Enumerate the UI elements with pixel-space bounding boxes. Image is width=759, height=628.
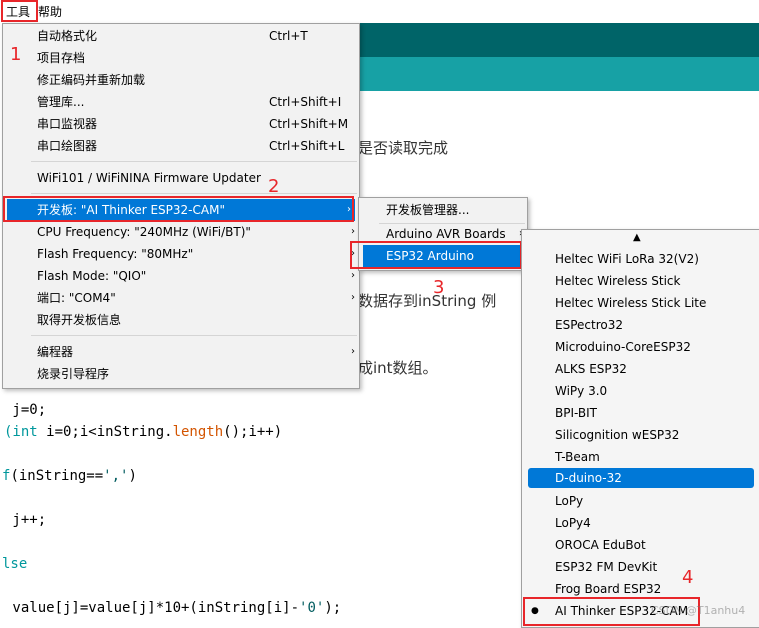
board-item[interactable]: Heltec Wireless Stick Lite [522, 292, 759, 314]
highlight-box-tools [1, 0, 38, 22]
menu-item-port[interactable]: 端口: "COM4" › [3, 287, 359, 309]
menu-separator [31, 161, 357, 162]
board-item[interactable]: LoPy4 [522, 512, 759, 534]
menu-item-programmer[interactable]: 编程器 › [3, 341, 359, 363]
board-item[interactable]: ESPectro32 [522, 314, 759, 336]
code-line: j=0; [4, 402, 47, 418]
menu-separator [31, 335, 357, 336]
menu-item-cpu-frequency[interactable]: CPU Frequency: "240MHz (WiFi/BT)" › [3, 221, 359, 243]
menu-item-auto-format[interactable]: 自动格式化 Ctrl+T [3, 25, 359, 47]
scroll-up-icon[interactable]: ▲ [633, 232, 641, 243]
board-item[interactable]: Heltec WiFi LoRa 32(V2) [522, 248, 759, 270]
board-item[interactable]: BPI-BIT [522, 402, 759, 424]
watermark: CSDN @T1anhu4 [651, 604, 746, 617]
menu-bar: 工具 帮助 [0, 0, 759, 23]
board-item[interactable]: OROCA EduBot [522, 534, 759, 556]
chevron-right-icon: › [351, 226, 355, 237]
menu-help[interactable]: 帮助 [38, 3, 62, 20]
menu-separator [31, 193, 357, 194]
menu-item-archive-sketch[interactable]: 项目存档 [3, 47, 359, 69]
highlight-box-board [3, 196, 354, 222]
menu-item-manage-libraries[interactable]: 管理库... Ctrl+Shift+I [3, 91, 359, 113]
menu-item-board-info[interactable]: 取得开发板信息 [3, 309, 359, 331]
esp32-boards-submenu: ▲ Heltec WiFi LoRa 32(V2) Heltec Wireles… [521, 229, 759, 628]
step-number-1: 1 [10, 44, 22, 65]
menu-item-boards-manager[interactable]: 开发板管理器... [359, 199, 527, 221]
menu-item-fix-encoding[interactable]: 修正编码并重新加载 [3, 69, 359, 91]
menu-item-flash-mode[interactable]: Flash Mode: "QIO" › [3, 265, 359, 287]
board-item[interactable]: Microduino-CoreESP32 [522, 336, 759, 358]
code-line: (int i=0;i<inString.length();i++) [4, 424, 283, 440]
step-number-3: 3 [433, 277, 445, 298]
toolbar-band [358, 23, 759, 57]
board-item[interactable]: Heltec Wireless Stick [522, 270, 759, 292]
highlight-box-esp32 [350, 241, 522, 269]
board-item-highlighted[interactable]: D-duino-32 [528, 468, 754, 488]
board-item[interactable]: T-Beam [522, 446, 759, 468]
board-item[interactable]: ESP32 FM DevKit [522, 556, 759, 578]
tab-band [358, 57, 759, 91]
code-line: value[j]=value[j]*10+(inString[i]-'0'); [4, 600, 342, 616]
code-line: f(inString==',') [2, 468, 137, 484]
menu-item-burn-bootloader[interactable]: 烧录引导程序 [3, 363, 359, 385]
chevron-right-icon: › [351, 346, 355, 357]
code-comment: 是否读取完成 [358, 139, 449, 157]
code-comment: 数据存到inString 例 [358, 292, 497, 310]
step-number-2: 2 [268, 176, 280, 197]
board-item[interactable]: ALKS ESP32 [522, 358, 759, 380]
code-comment: 成int数组。 [358, 359, 438, 377]
step-number-4: 4 [682, 567, 694, 588]
menu-item-flash-frequency[interactable]: Flash Frequency: "80MHz" › [3, 243, 359, 265]
board-item[interactable]: WiPy 3.0 [522, 380, 759, 402]
menu-item-firmware-updater[interactable]: WiFi101 / WiFiNINA Firmware Updater [3, 167, 359, 189]
board-item[interactable]: Silicognition wESP32 [522, 424, 759, 446]
menu-item-serial-plotter[interactable]: 串口绘图器 Ctrl+Shift+L [3, 135, 359, 157]
code-line: j++; [4, 512, 47, 528]
code-line: lse [2, 556, 28, 572]
menu-item-serial-monitor[interactable]: 串口监视器 Ctrl+Shift+M [3, 113, 359, 135]
chevron-right-icon: › [351, 292, 355, 303]
board-item[interactable]: LoPy [522, 490, 759, 512]
